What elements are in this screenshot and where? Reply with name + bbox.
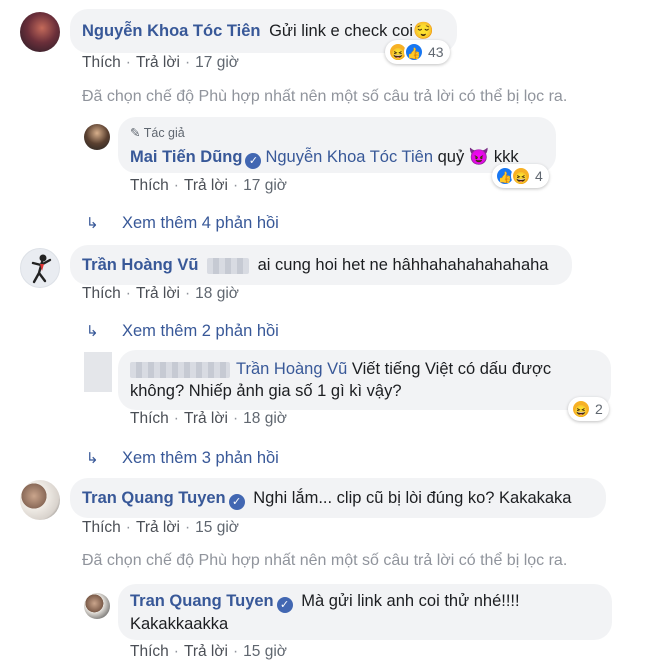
redacted-text [207,257,250,274]
like-button[interactable]: Thích [82,54,121,71]
like-button[interactable]: Thích [82,519,121,536]
timestamp[interactable]: 15 giờ [243,643,287,660]
figure-icon [31,254,52,284]
comment-text: Gửi link e check coi😌 [269,22,434,40]
avatar[interactable] [20,480,60,520]
like-icon: 👍 [404,42,424,62]
like-button[interactable]: Thích [130,410,169,427]
avatar[interactable] [20,12,60,52]
reaction-summary[interactable]: 👍 😆 4 [492,164,549,188]
comment-author[interactable]: Trần Hoàng Vũ [82,256,198,274]
avatar[interactable] [84,593,110,619]
comment-actions: Thích · Trả lời · 18 giờ [82,285,239,302]
timestamp[interactable]: 15 giờ [195,519,239,536]
reaction-summary[interactable]: 😆 2 [568,397,609,421]
comment-author[interactable]: Tran Quang Tuyen [82,489,226,507]
haha-icon: 😆 [571,399,591,419]
reply-actions: Thích · Trả lời · 18 giờ [130,410,287,427]
timestamp[interactable]: 18 giờ [195,285,239,302]
reply-button[interactable]: Trả lời [136,519,180,536]
reply-button[interactable]: Trả lời [184,177,228,194]
avatar[interactable] [84,124,110,150]
verified-badge-icon: ✓ [276,597,293,613]
reply-text-line1: Mà gửi link anh coi thử nhé!!!! [301,592,520,610]
reply-arrow-icon: ↳ [86,450,99,467]
timestamp[interactable]: 17 giờ [195,54,239,71]
reply-button[interactable]: Trả lời [136,54,180,71]
view-more-replies[interactable]: ↳ Xem thêm 4 phản hồi [86,214,279,233]
reply-actions: Thích · Trả lời · 15 giờ [130,643,287,660]
reply-arrow-icon: ↳ [86,215,99,232]
verified-badge-icon: ✓ [245,153,262,169]
avatar[interactable] [20,248,60,288]
view-more-replies[interactable]: ↳ Xem thêm 3 phản hồi [86,449,279,468]
filter-notice: Đã chọn chế độ Phù hợp nhất nên một số c… [82,552,568,569]
reaction-count: 2 [595,401,603,417]
timestamp[interactable]: 18 giờ [243,410,287,427]
comment-text: Nghi lắm... clip cũ bị lòi đúng ko? Kaka… [253,489,572,507]
comment-bubble: Tran Quang Tuyen ✓ Nghi lắm... clip cũ bị… [70,478,606,518]
reply-arrow-icon: ↳ [86,323,99,340]
like-button[interactable]: Thích [82,285,121,302]
avatar[interactable] [84,352,112,392]
reply-author[interactable]: Mai Tiến Dũng [130,148,242,166]
reply-bubble: Trần Hoàng Vũ Viết tiếng Việt có dấu đượ… [118,350,611,410]
timestamp[interactable]: 17 giờ [243,177,287,194]
comment-author[interactable]: Nguyễn Khoa Tóc Tiên [82,22,260,40]
comment-actions: Thích · Trả lời · 15 giờ [82,519,239,536]
reply-button[interactable]: Trả lời [184,410,228,427]
reply-bubble: ✎ Tác giả Mai Tiến Dũng ✓ Nguyễn Khoa Tóc … [118,117,556,173]
reaction-count: 4 [535,168,543,184]
comment-actions: Thích · Trả lời · 17 giờ [82,54,239,71]
reply-author[interactable]: Tran Quang Tuyen [130,592,274,610]
pen-icon: ✎ [130,126,141,140]
reply-button[interactable]: Trả lời [184,643,228,660]
reply-text-line1: Viết tiếng Việt có dấu được [351,360,552,378]
reaction-count: 43 [428,44,444,60]
haha-icon: 😆 [511,166,531,186]
like-button[interactable]: Thích [130,643,169,660]
filter-notice: Đã chọn chế độ Phù hợp nhất nên một số c… [82,88,568,105]
mention-link[interactable]: Trần Hoàng Vũ [236,360,347,378]
reply-bubble: Tran Quang Tuyen ✓ Mà gửi link anh coi th… [118,584,612,640]
reaction-summary[interactable]: 😆 👍 43 [385,40,450,64]
mention-link[interactable]: Nguyễn Khoa Tóc Tiên [265,148,433,166]
like-button[interactable]: Thích [130,177,169,194]
view-more-replies[interactable]: ↳ Xem thêm 2 phản hồi [86,322,279,341]
author-badge: ✎ Tác giả [130,126,185,140]
reply-button[interactable]: Trả lời [136,285,180,302]
verified-badge-icon: ✓ [228,494,245,510]
reply-text-line2: không? Nhiếp ảnh gia số 1 gì kì vậy? [130,382,402,400]
comment-bubble: Trần Hoàng Vũ ai cung hoi het ne hâhhaha… [70,245,572,285]
comment-text: ai cung hoi het ne hâhhahahahahahaha [257,256,549,274]
reply-actions: Thích · Trả lời · 17 giờ [130,177,287,194]
reply-text-line2: Kakakkaakka [130,615,229,633]
redacted-author [130,361,230,378]
